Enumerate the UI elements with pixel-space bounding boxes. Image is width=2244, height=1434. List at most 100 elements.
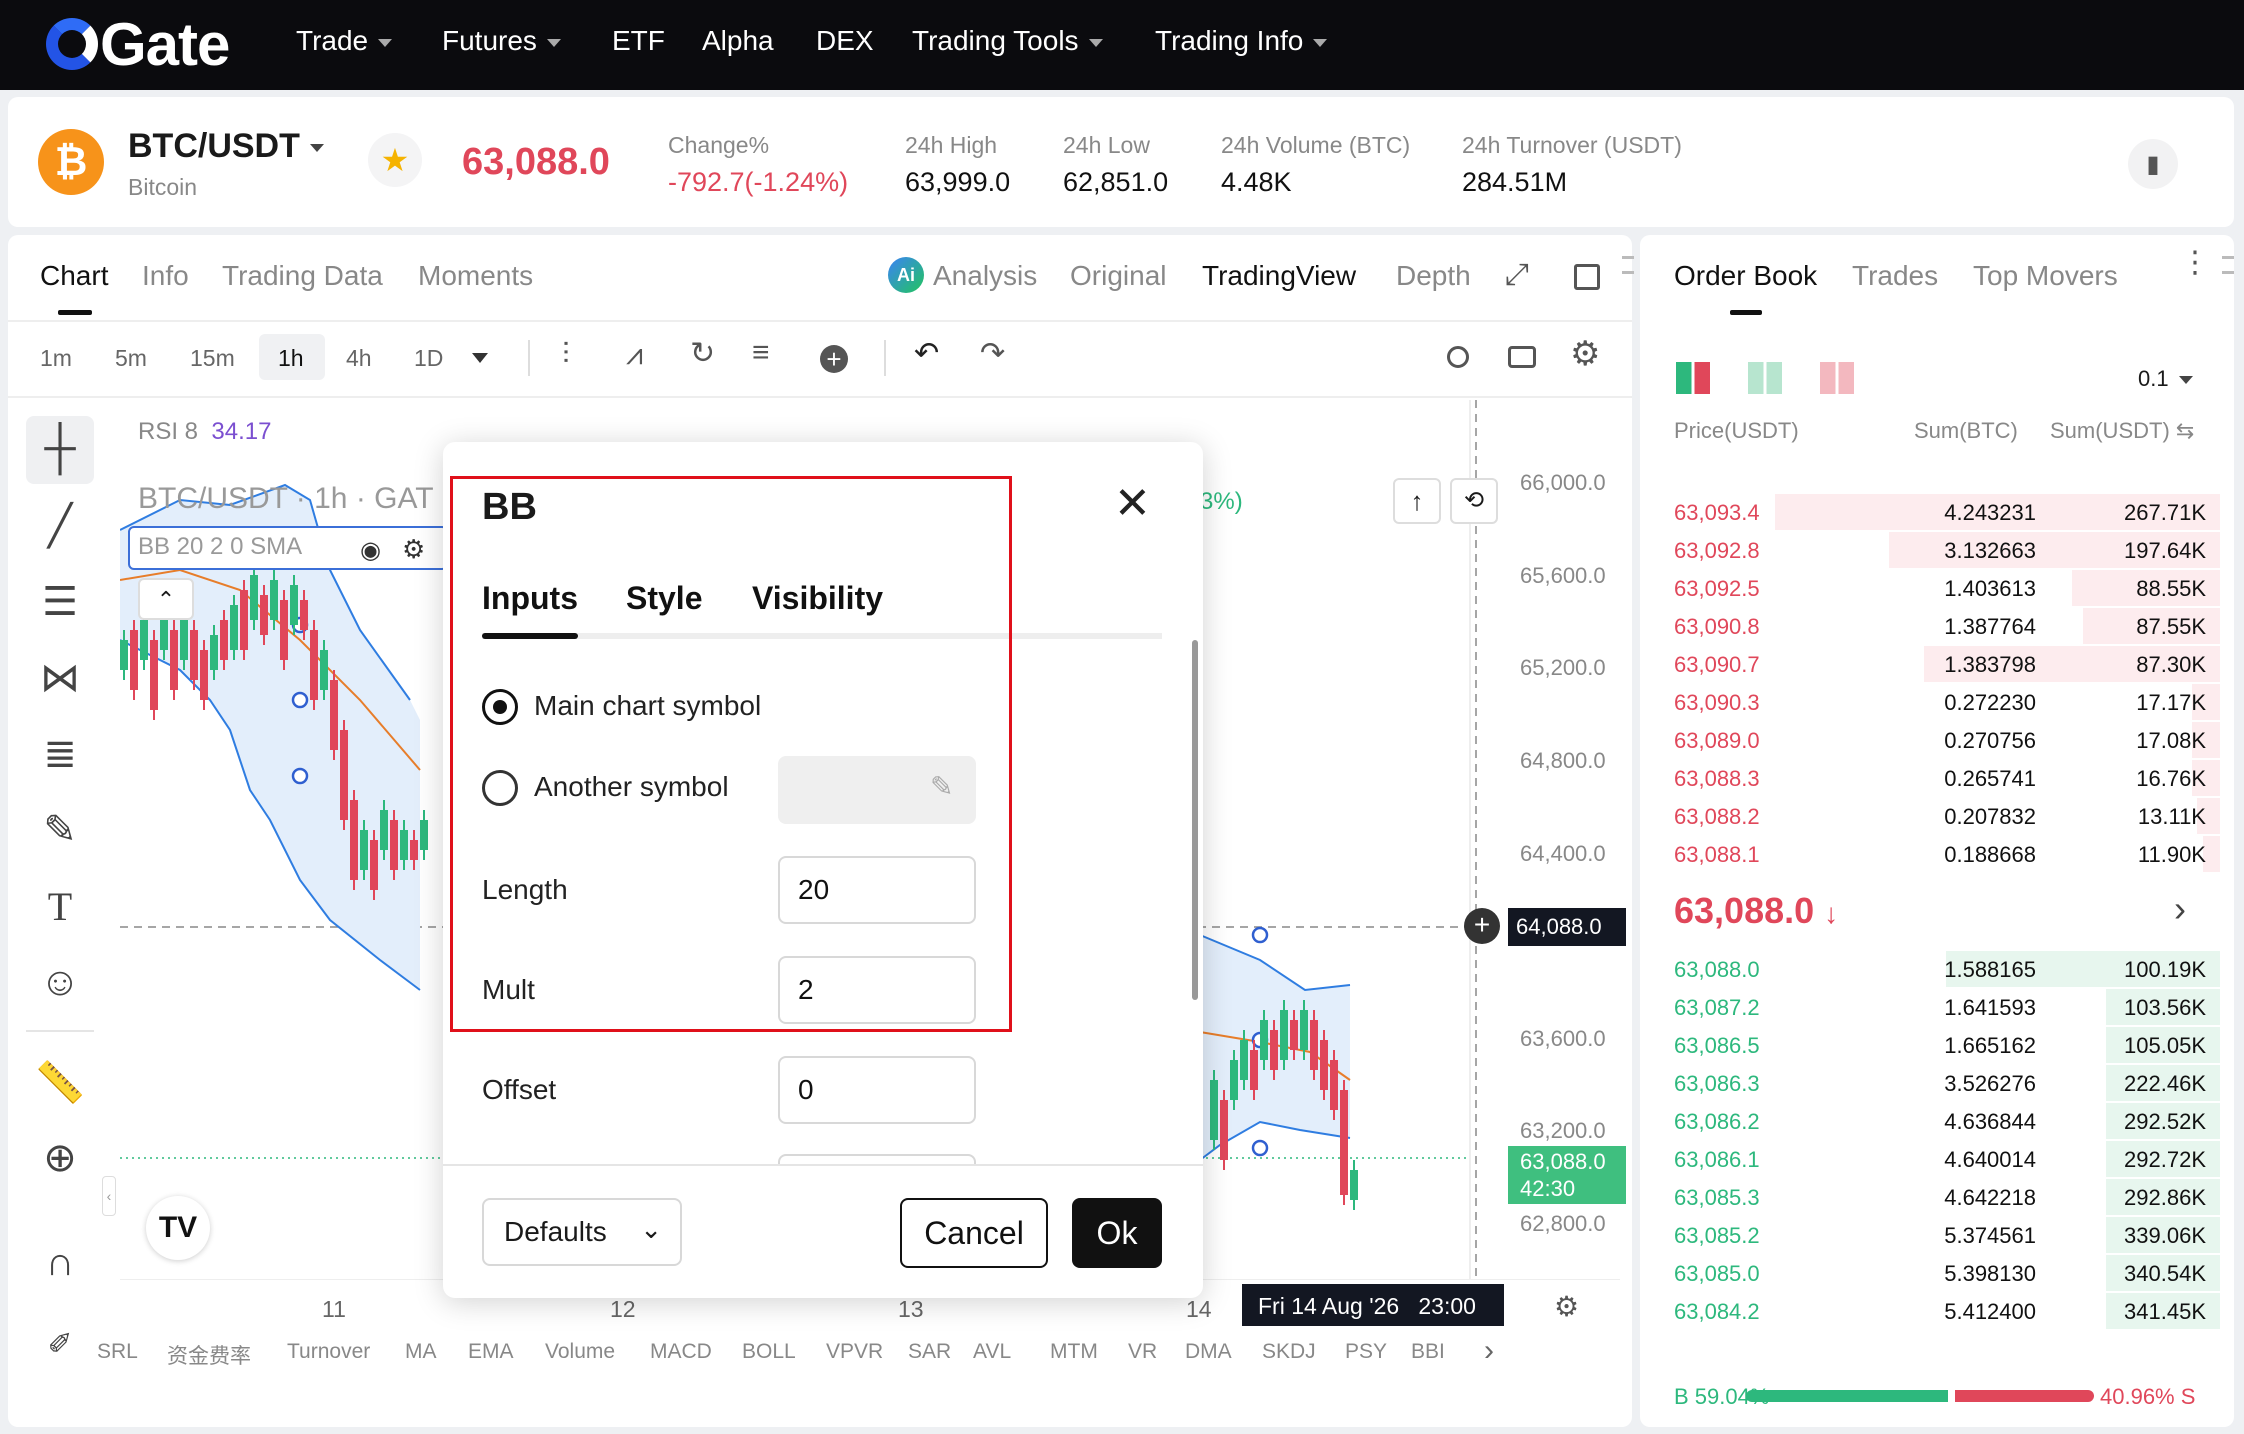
bid-row[interactable]: 63,085.0 5.398130 340.54K bbox=[1650, 1255, 2220, 1293]
tab-info[interactable]: Info bbox=[142, 260, 189, 292]
indicator-7[interactable]: BOLL bbox=[742, 1340, 796, 1364]
ask-row[interactable]: 63,089.0 0.270756 17.08K bbox=[1650, 722, 2220, 760]
indicator-16[interactable]: BBI bbox=[1411, 1340, 1445, 1364]
fullscreen-icon[interactable] bbox=[1574, 264, 1600, 290]
chart-settings-icon[interactable]: ⚙ bbox=[1554, 1290, 1579, 1323]
timeframe-dropdown-icon[interactable] bbox=[472, 353, 488, 363]
reset-scale-icon[interactable]: ⟲ bbox=[1450, 478, 1498, 524]
bid-row[interactable]: 63,084.2 5.412400 341.45K bbox=[1650, 1293, 2220, 1331]
ask-row[interactable]: 63,090.8 1.387764 87.55K bbox=[1650, 608, 2220, 646]
drawing-handle[interactable] bbox=[291, 691, 309, 709]
add-alert-icon[interactable]: + bbox=[1464, 908, 1500, 944]
nav-item-dex[interactable]: DEX bbox=[816, 25, 874, 57]
fib-icon[interactable]: ≣ bbox=[26, 724, 94, 784]
ask-row[interactable]: 63,088.3 0.265741 16.76K bbox=[1650, 760, 2220, 798]
indicator-11[interactable]: MTM bbox=[1050, 1340, 1098, 1364]
view-both-icon[interactable] bbox=[1676, 362, 1710, 394]
header-sum-usdt[interactable]: Sum(USDT) ⇆ bbox=[2050, 418, 2194, 444]
nav-item-trade[interactable]: Trade bbox=[296, 25, 393, 57]
scroll-up-icon[interactable]: ↑ bbox=[1393, 478, 1441, 524]
ask-row[interactable]: 63,093.4 4.243231 267.71K bbox=[1650, 494, 2220, 532]
indicator-9[interactable]: SAR bbox=[908, 1340, 951, 1364]
ask-row[interactable]: 63,088.1 0.188668 11.90K bbox=[1650, 836, 2220, 874]
crosshair-icon[interactable]: ┼ bbox=[26, 418, 94, 478]
add-icon[interactable]: + bbox=[820, 345, 848, 373]
timeframe-1h[interactable]: 1h bbox=[278, 345, 304, 372]
indicator-settings-icon[interactable]: ⚙ bbox=[402, 534, 425, 565]
tab-trades[interactable]: Trades bbox=[1852, 260, 1938, 292]
tab-chart[interactable]: Chart bbox=[40, 260, 108, 292]
indicator-2[interactable]: Turnover bbox=[287, 1340, 370, 1364]
ruler-icon[interactable]: 📏 bbox=[26, 1052, 94, 1112]
bid-row[interactable]: 63,086.5 1.665162 105.05K bbox=[1650, 1027, 2220, 1065]
view-bids-icon[interactable] bbox=[1748, 362, 1782, 394]
favorite-star-icon[interactable]: ★ bbox=[368, 133, 422, 187]
gate-logo[interactable]: Gate bbox=[46, 11, 230, 78]
collapse-toolbar-icon[interactable]: ‹ bbox=[102, 1176, 116, 1216]
tab-top-movers[interactable]: Top Movers bbox=[1973, 260, 2118, 292]
timeframe-4h[interactable]: 4h bbox=[346, 345, 372, 372]
bid-row[interactable]: 63,087.2 1.641593 103.56K bbox=[1650, 989, 2220, 1027]
dialog-scrollbar[interactable] bbox=[1192, 640, 1198, 1000]
bid-row[interactable]: 63,086.3 3.526276 222.46K bbox=[1650, 1065, 2220, 1103]
indicator-4[interactable]: EMA bbox=[468, 1340, 514, 1364]
indicator-14[interactable]: SKDJ bbox=[1262, 1340, 1316, 1364]
timeframe-1m[interactable]: 1m bbox=[40, 345, 72, 372]
indicator-8[interactable]: VPVR bbox=[826, 1340, 883, 1364]
magnet-icon[interactable]: ∩ bbox=[26, 1232, 94, 1292]
indicator-12[interactable]: VR bbox=[1128, 1340, 1157, 1364]
tab-tradingview[interactable]: TradingView bbox=[1202, 260, 1356, 292]
collapse-legend-icon[interactable]: ⌃ bbox=[138, 578, 194, 620]
indicator-15[interactable]: PSY bbox=[1345, 1340, 1387, 1364]
indicator-5[interactable]: Volume bbox=[545, 1340, 615, 1364]
panel-drag-handle[interactable] bbox=[1622, 256, 1634, 274]
ask-row[interactable]: 63,090.7 1.383798 87.30K bbox=[1650, 646, 2220, 684]
settings-gear-icon[interactable]: ⚙ bbox=[1570, 334, 1600, 374]
bid-row[interactable]: 63,086.1 4.640014 292.72K bbox=[1650, 1141, 2220, 1179]
offset-input[interactable]: 0 bbox=[778, 1056, 976, 1124]
bid-row[interactable]: 63,088.0 1.588165 100.19K bbox=[1650, 951, 2220, 989]
more-menu-icon[interactable]: ⋮ bbox=[2180, 248, 2210, 278]
cancel-button[interactable]: Cancel bbox=[900, 1198, 1048, 1268]
brush-icon[interactable]: ✎ bbox=[26, 800, 94, 860]
ask-row[interactable]: 63,088.2 0.207832 13.11K bbox=[1650, 798, 2220, 836]
expand-icon[interactable]: ⤢ bbox=[1505, 258, 1529, 292]
text-tool-icon[interactable]: T bbox=[26, 876, 94, 936]
ask-row[interactable]: 63,092.8 3.132663 197.64K bbox=[1650, 532, 2220, 570]
candle-type-icon[interactable]: ⫶ bbox=[562, 338, 570, 372]
timeframe-5m[interactable]: 5m bbox=[115, 345, 147, 372]
tab-depth[interactable]: Depth bbox=[1396, 260, 1471, 292]
trendline-icon[interactable]: ╱ bbox=[26, 496, 94, 556]
tab-analysis[interactable]: Analysis bbox=[933, 260, 1037, 292]
bid-row[interactable]: 63,086.2 4.636844 292.52K bbox=[1650, 1103, 2220, 1141]
indicators-scroll-right-icon[interactable]: › bbox=[1484, 1334, 1494, 1368]
indicator-1[interactable]: 资金费率 bbox=[167, 1340, 251, 1370]
nav-item-trading-info[interactable]: Trading Info bbox=[1155, 25, 1328, 57]
ask-row[interactable]: 63,090.3 0.272230 17.17K bbox=[1650, 684, 2220, 722]
chevron-right-icon[interactable]: › bbox=[2174, 888, 2186, 930]
timeframe-1D[interactable]: 1D bbox=[414, 345, 443, 372]
view-asks-icon[interactable] bbox=[1820, 362, 1854, 394]
pattern-icon[interactable]: ⋈ bbox=[26, 648, 94, 708]
tab-moments[interactable]: Moments bbox=[418, 260, 533, 292]
indicator-0[interactable]: SRL bbox=[97, 1340, 138, 1364]
nav-item-trading-tools[interactable]: Trading Tools bbox=[912, 25, 1103, 57]
drawing-handle[interactable] bbox=[291, 767, 309, 785]
indicators-icon[interactable]: ⩘ bbox=[626, 338, 643, 372]
ok-button[interactable]: Ok bbox=[1072, 1198, 1162, 1268]
horizontal-lines-icon[interactable]: ☰ bbox=[26, 572, 94, 632]
nav-item-futures[interactable]: Futures bbox=[442, 25, 561, 57]
timeframe-15m[interactable]: 15m bbox=[190, 345, 235, 372]
tab-original[interactable]: Original bbox=[1070, 260, 1166, 292]
bid-row[interactable]: 63,085.2 5.374561 339.06K bbox=[1650, 1217, 2220, 1255]
camera-icon[interactable] bbox=[1508, 346, 1536, 368]
close-icon[interactable]: ✕ bbox=[1114, 478, 1151, 529]
tab-order-book[interactable]: Order Book bbox=[1674, 260, 1817, 292]
ask-row[interactable]: 63,092.5 1.403613 88.55K bbox=[1650, 570, 2220, 608]
pair-title[interactable]: BTC/USDT bbox=[128, 127, 324, 166]
tradingview-logo[interactable]: TV bbox=[146, 1196, 210, 1260]
drawing-handle[interactable] bbox=[1251, 1139, 1269, 1157]
bid-row[interactable]: 63,085.3 4.642218 292.86K bbox=[1650, 1179, 2220, 1217]
panel-drag-handle[interactable] bbox=[2222, 256, 2234, 274]
drawing-handle[interactable] bbox=[1251, 926, 1269, 944]
